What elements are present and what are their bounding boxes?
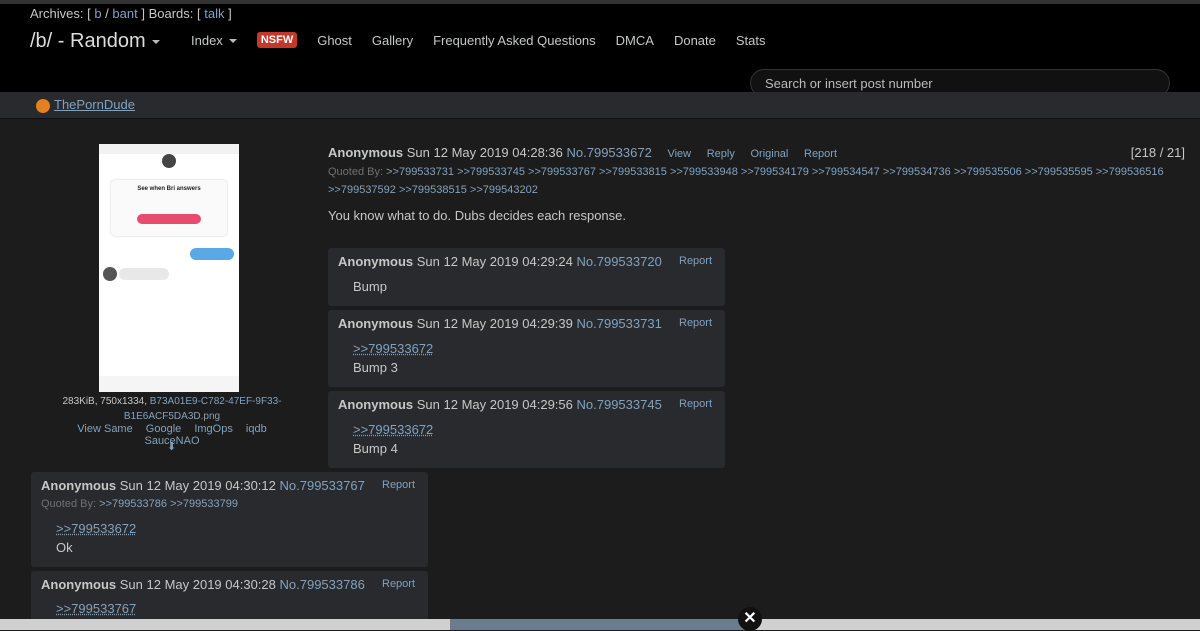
poster-name: Anonymous <box>338 254 414 269</box>
bottom-ad-banner <box>0 619 1200 630</box>
nav-gallery[interactable]: Gallery <box>372 33 413 48</box>
quote-link[interactable]: >>799533672 <box>56 521 136 536</box>
original-button[interactable]: Original <box>750 148 788 160</box>
close-icon[interactable]: ✕ <box>738 607 762 631</box>
top-navbar: Archives: [ b / bant ] Boards: [ talk ] … <box>0 0 1200 97</box>
ad-banner-image[interactable] <box>450 619 750 630</box>
archives-bar: Archives: [ b / bant ] Boards: [ talk ] <box>30 6 232 21</box>
op-text: You know what to do. Dubs decides each r… <box>328 208 626 223</box>
post-date: Sun 12 May 2019 04:30:12 <box>119 478 276 493</box>
reply-post: Anonymous Sun 12 May 2019 04:29:56 No.79… <box>328 391 725 468</box>
report-button[interactable]: Report <box>679 255 712 267</box>
post-number[interactable]: No.799533767 <box>280 478 365 493</box>
quoted-by-links[interactable]: >>799533731 >>799533745 >>799533767 >>79… <box>328 166 1164 196</box>
board-title-dropdown[interactable]: /b/ - Random <box>30 30 160 53</box>
quoted-by: Quoted By: >>799533786 >>799533799 <box>41 498 238 510</box>
nav-stats[interactable]: Stats <box>736 33 766 48</box>
post-text: Ok <box>56 540 73 555</box>
nav-dmca[interactable]: DMCA <box>616 33 654 48</box>
nav-faq[interactable]: Frequently Asked Questions <box>433 33 596 48</box>
thumbnail-card-title: See when Bri answers <box>137 186 201 192</box>
post-date: Sun 12 May 2019 04:29:24 <box>416 254 573 269</box>
chevron-down-icon <box>151 39 160 44</box>
chevron-down-icon <box>228 39 237 44</box>
file-name-link[interactable]: B73A01E9-C782-47EF-9F33-B1E6ACF5DA3D.png <box>124 396 282 422</box>
post-number[interactable]: No.799533731 <box>577 316 662 331</box>
main-nav: Index NSFW Ghost Gallery Frequently Aske… <box>191 32 786 48</box>
report-button[interactable]: Report <box>679 317 712 329</box>
reply-image-counter: [218 / 21] <box>1130 145 1185 160</box>
report-button[interactable]: Report <box>804 148 837 160</box>
post-date: Sun 12 May 2019 04:28:36 <box>406 145 563 160</box>
nav-donate[interactable]: Donate <box>674 33 716 48</box>
post-date: Sun 12 May 2019 04:30:28 <box>119 577 276 592</box>
nav-ghost[interactable]: Ghost <box>317 33 352 48</box>
post-number[interactable]: No.799533672 <box>567 145 652 160</box>
report-button[interactable]: Report <box>679 398 712 410</box>
nav-index[interactable]: Index <box>191 33 237 48</box>
post-number[interactable]: No.799533745 <box>577 397 662 412</box>
post-date: Sun 12 May 2019 04:29:39 <box>416 316 573 331</box>
post-text: Bump 3 <box>353 360 398 375</box>
view-same-link[interactable]: View Same <box>77 423 132 435</box>
board-link-talk[interactable]: talk <box>204 6 224 21</box>
post-thumbnail[interactable]: See when Bri answers <box>99 144 239 392</box>
poster-name: Anonymous <box>41 577 117 592</box>
google-link[interactable]: Google <box>146 423 181 435</box>
avatar <box>162 154 176 168</box>
iqdb-link[interactable]: iqdb <box>246 423 267 435</box>
archive-link-b[interactable]: b <box>94 6 101 21</box>
ad-logo-icon <box>36 99 50 113</box>
quote-link[interactable]: >>799533767 <box>56 601 136 616</box>
post-text: Bump <box>353 279 387 294</box>
poster-name: Anonymous <box>41 478 117 493</box>
quoted-by-links[interactable]: >>799533786 >>799533799 <box>99 498 238 510</box>
post-number[interactable]: No.799533786 <box>280 577 365 592</box>
archive-link-bant[interactable]: bant <box>112 6 137 21</box>
poster-name: Anonymous <box>328 145 404 160</box>
post-number[interactable]: No.799533720 <box>577 254 662 269</box>
download-icon[interactable]: ⬇ <box>167 440 176 453</box>
nsfw-badge[interactable]: NSFW <box>256 32 298 48</box>
ad-bar: ThePornDude <box>0 92 1200 119</box>
report-button[interactable]: Report <box>382 578 415 590</box>
post-date: Sun 12 May 2019 04:29:56 <box>416 397 573 412</box>
quote-link[interactable]: >>799533672 <box>353 422 433 437</box>
op-post-header: Anonymous Sun 12 May 2019 04:28:36 No.79… <box>328 145 837 160</box>
poster-name: Anonymous <box>338 397 414 412</box>
reply-post: Anonymous Sun 12 May 2019 04:29:39 No.79… <box>328 310 725 387</box>
imgops-link[interactable]: ImgOps <box>194 423 233 435</box>
ad-link[interactable]: ThePornDude <box>54 97 135 112</box>
poster-name: Anonymous <box>338 316 414 331</box>
reply-post: Anonymous Sun 12 May 2019 04:29:24 No.79… <box>328 248 725 306</box>
report-button[interactable]: Report <box>382 479 415 491</box>
quoted-by: Quoted By: >>799533731 >>799533745 >>799… <box>328 166 1164 196</box>
reply-post: Anonymous Sun 12 May 2019 04:30:12 No.79… <box>31 472 428 567</box>
reply-button[interactable]: Reply <box>707 148 735 160</box>
file-info: 283KiB, 750x1334, B73A01E9-C782-47EF-9F3… <box>62 396 282 422</box>
view-button[interactable]: View <box>667 148 691 160</box>
post-text: Bump 4 <box>353 441 398 456</box>
quote-link[interactable]: >>799533672 <box>353 341 433 356</box>
